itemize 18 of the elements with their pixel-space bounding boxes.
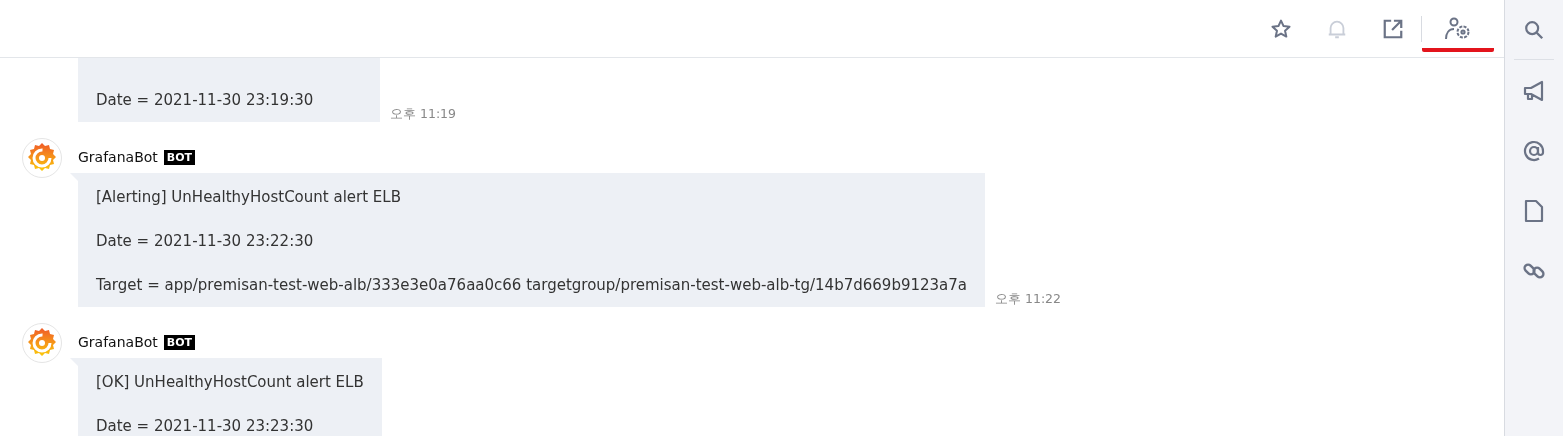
star-icon <box>1270 17 1292 40</box>
at-sign-icon <box>1522 139 1546 163</box>
message-text: [OK] UnHealthyHostCount alert ELB <box>96 372 364 393</box>
sender-name[interactable]: GrafanaBot <box>78 334 158 350</box>
search-icon <box>1523 19 1545 41</box>
bot-badge: BOT <box>163 334 196 350</box>
message-text: Date = 2021-11-30 23:19:30 <box>96 90 315 111</box>
file-icon <box>1523 199 1545 223</box>
bot-badge: BOT <box>163 149 196 165</box>
sender-name[interactable]: GrafanaBot <box>78 149 158 165</box>
message-text: Date = 2021-11-30 23:23:30 <box>96 416 315 436</box>
message-text: Date = 2021-11-30 23:22:30 <box>96 231 315 252</box>
message-text: [Alerting] UnHealthyHostCount alert ELB <box>96 187 402 208</box>
message-text: Target = app/premisan-test-web-alb/333e3e0a76aa0c66 targetgroup/premisan-test-web-alb-tg/14b7d669b9123a7a <box>96 275 967 296</box>
message-time: 오후 11:22 <box>995 291 1061 307</box>
megaphone-icon <box>1522 79 1546 103</box>
message-time: 오후 11:19 <box>390 106 456 122</box>
external-link-icon <box>1382 17 1404 40</box>
